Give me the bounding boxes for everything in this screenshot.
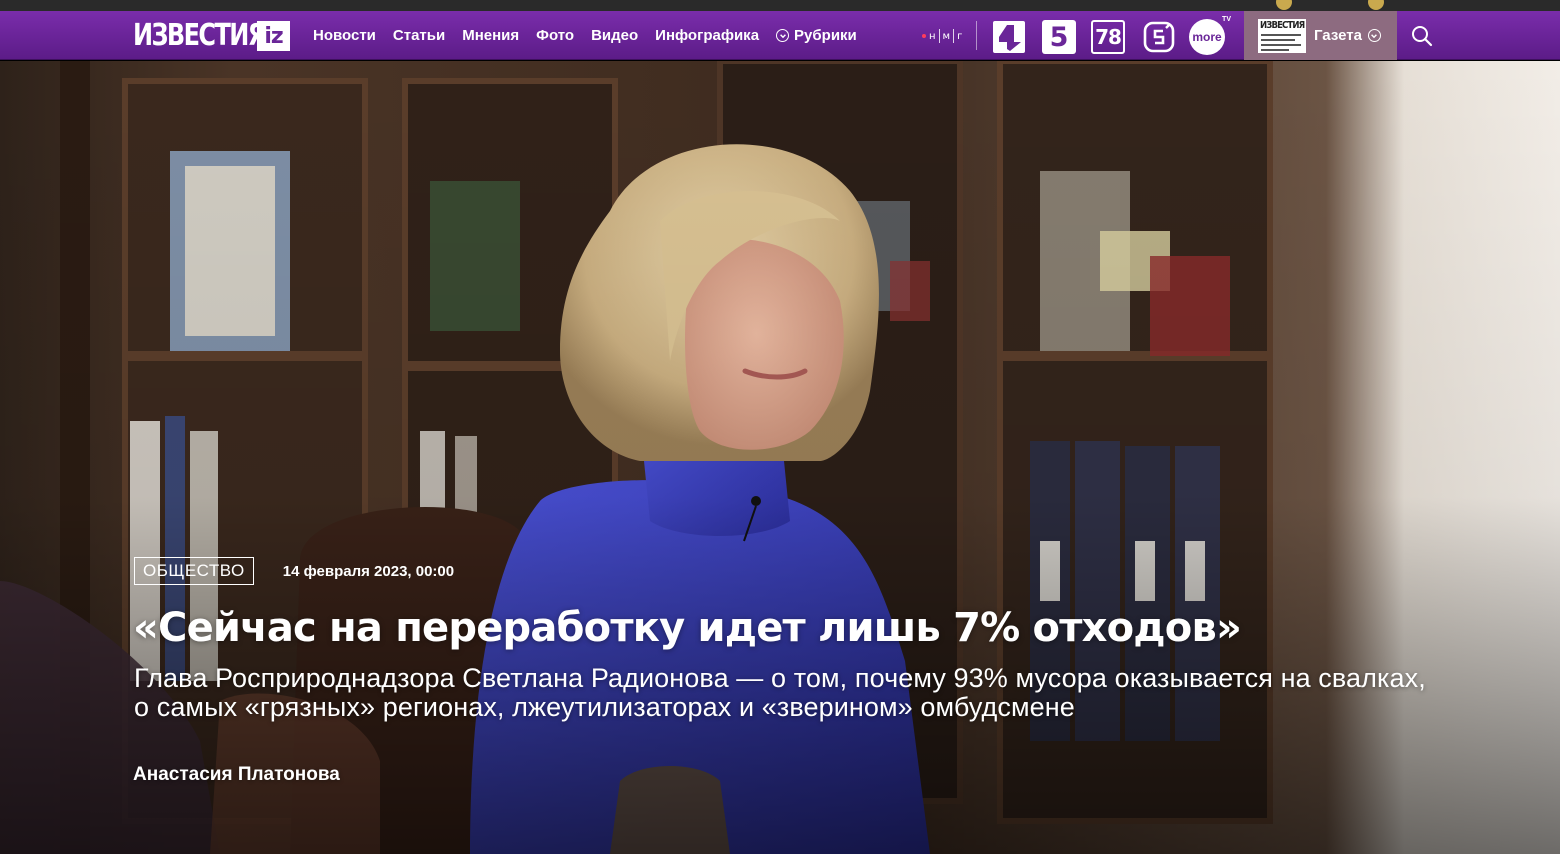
extension-icon[interactable] — [1276, 0, 1292, 10]
channel-78-logo[interactable]: 78 — [1091, 20, 1125, 54]
main-nav: Новости Статьи Мнения Фото Видео Инфогра… — [313, 11, 874, 60]
article-title: «Сейчас на переработку идет лишь 7% отхо… — [133, 605, 1242, 651]
nav-news[interactable]: Новости — [313, 27, 376, 44]
nav-opinions[interactable]: Мнения — [462, 27, 519, 44]
article-date: 14 февраля 2023, 00:00 — [282, 562, 455, 580]
search-icon[interactable] — [1410, 24, 1434, 48]
hero-photo — [0, 61, 1560, 854]
nmg-logo[interactable]: н м г — [922, 26, 962, 46]
chevron-down-circle-icon — [776, 29, 790, 42]
nav-rubrics-dropdown[interactable]: Рубрики — [776, 27, 857, 44]
chevron-down-circle-icon — [1367, 29, 1381, 42]
ren-tv-logo[interactable] — [992, 20, 1026, 54]
more-tv-label: more — [1192, 30, 1222, 44]
article-lead: Глава Росприроднадзора Светлана Радионов… — [134, 663, 1426, 722]
extension-icon[interactable] — [1368, 0, 1384, 10]
article-author[interactable]: Анастасия Платонова — [133, 764, 340, 786]
nav-video[interactable]: Видео — [591, 27, 638, 44]
divider — [976, 21, 977, 50]
newspaper-label: Газета — [1314, 27, 1362, 44]
sg-logo[interactable] — [1142, 20, 1176, 54]
nav-infographics[interactable]: Инфографика — [655, 27, 759, 44]
newspaper-dropdown[interactable]: ИЗВЕСТИЯ Газета — [1244, 11, 1397, 60]
nav-rubrics-label: Рубрики — [794, 27, 857, 44]
nmg-letter: г — [957, 30, 963, 42]
more-tv-suffix: TV — [1222, 16, 1231, 23]
more-tv-logo[interactable]: more TV — [1189, 16, 1231, 55]
logo-wordmark: ИЗВЕСТИЯ — [133, 18, 266, 53]
article-meta: ОБЩЕСТВО 14 февраля 2023, 00:00 — [134, 557, 454, 585]
nav-photo[interactable]: Фото — [536, 27, 574, 44]
site-logo[interactable]: ИЗВЕСТИЯ iz — [133, 20, 290, 52]
nmg-letter: м — [942, 30, 951, 42]
browser-top-strip — [0, 0, 1560, 11]
newspaper-thumbnail: ИЗВЕСТИЯ — [1258, 18, 1306, 53]
nmg-dot-icon — [922, 34, 926, 38]
nmg-letter: н — [929, 30, 936, 42]
site-header: ИЗВЕСТИЯ iz Новости Статьи Мнения Фото В… — [0, 11, 1560, 60]
nav-articles[interactable]: Статьи — [393, 27, 445, 44]
rubric-badge[interactable]: ОБЩЕСТВО — [134, 557, 254, 585]
newspaper-masthead: ИЗВЕСТИЯ — [1260, 19, 1305, 31]
channel-5-logo[interactable]: 5 — [1042, 20, 1076, 54]
article-hero: ОБЩЕСТВО 14 февраля 2023, 00:00 «Сейчас … — [0, 61, 1560, 854]
